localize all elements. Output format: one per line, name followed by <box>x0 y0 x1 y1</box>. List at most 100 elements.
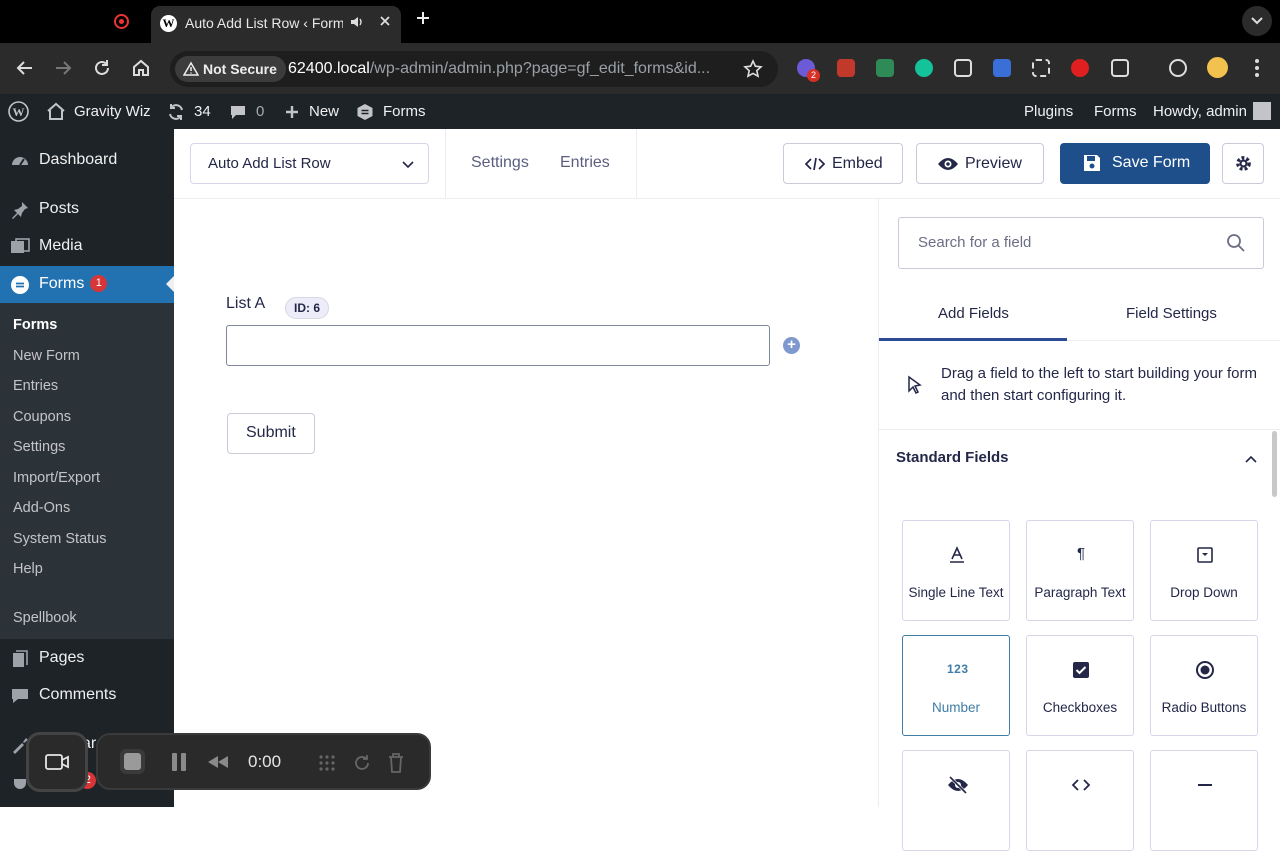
updates-count: 34 <box>194 103 211 120</box>
settings-link[interactable]: Settings <box>471 154 529 172</box>
plus-icon <box>284 104 300 120</box>
sidebar-item-media[interactable]: Media <box>0 228 174 265</box>
list-field-input[interactable] <box>226 325 770 366</box>
field-tile-section[interactable] <box>1150 750 1258 851</box>
howdy-label: Howdy, admin <box>1153 103 1247 120</box>
horizontal-rule-icon <box>1195 775 1215 795</box>
form-settings-gear-button[interactable] <box>1222 143 1264 184</box>
tab-close-icon[interactable] <box>377 13 393 29</box>
field-tile-radio-buttons[interactable]: Radio Buttons <box>1150 635 1258 736</box>
screenshot-extension-icon[interactable] <box>1032 59 1050 77</box>
list-field-label[interactable]: List A <box>226 295 265 313</box>
sidebar-item-dashboard[interactable]: Dashboard <box>0 142 174 179</box>
field-tile-hidden[interactable] <box>902 750 1010 851</box>
field-tile-checkboxes[interactable]: Checkboxes <box>1026 635 1134 736</box>
field-id-badge: ID: 6 <box>285 297 330 319</box>
home-icon[interactable] <box>130 57 152 79</box>
trash-icon[interactable] <box>387 752 405 774</box>
comment-bubble-icon <box>229 103 247 121</box>
field-tile-single-line-text[interactable]: Single Line Text <box>902 520 1010 621</box>
current-menu-arrow <box>166 276 174 292</box>
sidebar-item-comments[interactable]: Comments <box>0 677 174 714</box>
recorder-camera-button[interactable] <box>26 732 88 792</box>
not-secure-chip[interactable]: Not Secure <box>175 56 286 82</box>
chevron-up-icon[interactable] <box>1243 451 1259 467</box>
gravity-forms-icon <box>10 275 30 295</box>
submenu-item-system-status[interactable]: System Status <box>13 531 106 547</box>
forward-icon[interactable] <box>52 57 74 79</box>
pause-icon[interactable] <box>170 752 188 772</box>
camera-icon <box>45 754 69 770</box>
extension-icon-3[interactable] <box>876 59 894 77</box>
eye-icon <box>938 158 958 170</box>
submenu-item-settings[interactable]: Settings <box>13 439 65 455</box>
back-icon[interactable] <box>14 57 36 79</box>
tab-field-settings[interactable]: Field Settings <box>1126 305 1217 322</box>
add-row-plus-icon[interactable]: + <box>783 337 800 354</box>
grammarly-icon[interactable] <box>915 59 933 77</box>
stop-button[interactable] <box>120 749 145 774</box>
standard-fields-title[interactable]: Standard Fields <box>896 449 1009 466</box>
new-tab-icon[interactable] <box>414 9 432 27</box>
reload-icon[interactable] <box>91 57 113 79</box>
chevron-down-icon <box>402 161 414 169</box>
submenu-item-help[interactable]: Help <box>13 561 43 577</box>
speaker-icon[interactable] <box>350 15 364 29</box>
embed-button[interactable]: Embed <box>783 143 903 184</box>
entries-link[interactable]: Entries <box>560 154 610 172</box>
sidebar-item-forms[interactable]: Forms 1 <box>0 266 174 303</box>
profile-avatar[interactable] <box>1207 57 1228 78</box>
comments-count: 0 <box>256 103 265 120</box>
submenu-item-coupons[interactable]: Coupons <box>13 409 71 425</box>
form-switcher-dropdown[interactable]: Auto Add List Row <box>190 143 429 184</box>
field-tile-paragraph-text[interactable]: ¶ Paragraph Text <box>1026 520 1134 621</box>
tab-search-chevron-icon[interactable] <box>1242 6 1272 36</box>
extension-icon-6[interactable] <box>993 59 1011 77</box>
stop-icon <box>124 753 141 770</box>
admin-sidebar: Dashboard Posts Media Forms 1 Forms New F… <box>0 129 174 807</box>
submit-button[interactable]: Submit <box>227 413 315 454</box>
active-tab-indicator <box>879 338 1067 341</box>
gravity-forms-icon <box>356 103 374 121</box>
search-placeholder: Search for a field <box>918 234 1032 251</box>
sidebar-item-spellbook[interactable]: Spellbook <box>13 610 77 626</box>
tile-label: Single Line Text <box>908 585 1004 600</box>
search-icon <box>1227 234 1245 252</box>
wordpress-logo-icon[interactable]: W <box>8 101 29 123</box>
browser-menu-icon[interactable] <box>1246 57 1268 79</box>
plugins-adminbar-link[interactable]: Plugins <box>1024 94 1073 129</box>
sync-icon[interactable] <box>1169 59 1187 77</box>
browser-tab-active[interactable]: W Auto Add List Row ‹ Form <box>151 6 401 43</box>
bookmark-star-icon[interactable] <box>743 59 763 79</box>
field-tile-number[interactable]: 123 Number <box>902 635 1010 736</box>
field-search-input[interactable]: Search for a field <box>898 217 1264 269</box>
submenu-item-add-ons[interactable]: Add-Ons <box>13 500 70 516</box>
url-text[interactable]: 62400.local/wp-admin/admin.php?page=gf_e… <box>288 60 710 78</box>
form-editor-header: Auto Add List Row Settings Entries Embed… <box>174 129 1280 199</box>
howdy-account-link[interactable]: Howdy, admin <box>1153 94 1271 129</box>
preview-button[interactable]: Preview <box>916 143 1044 184</box>
field-tile-drop-down[interactable]: Drop Down <box>1150 520 1258 621</box>
sidebar-item-pages[interactable]: Pages <box>0 640 174 677</box>
field-tile-html[interactable] <box>1026 750 1134 851</box>
wp-admin-bar: W Gravity Wiz 34 0 New Forms Plugins For… <box>0 94 1280 129</box>
submenu-item-import-export[interactable]: Import/Export <box>13 470 100 486</box>
submenu-item-new-form[interactable]: New Form <box>13 348 80 364</box>
extension-icon-5[interactable] <box>954 59 972 77</box>
forms-adminbar-right-link[interactable]: Forms <box>1094 94 1137 129</box>
extension-icon-8[interactable] <box>1071 59 1089 77</box>
tab-add-fields[interactable]: Add Fields <box>938 305 1009 322</box>
rewind-icon[interactable] <box>206 754 230 770</box>
submenu-item-forms[interactable]: Forms <box>13 317 57 333</box>
sidebar-item-posts[interactable]: Posts <box>0 191 174 228</box>
restart-icon[interactable] <box>352 753 372 773</box>
gear-icon <box>1236 156 1251 171</box>
address-bar[interactable]: Not Secure 62400.local/wp-admin/admin.ph… <box>170 51 778 87</box>
save-form-button[interactable]: Save Form <box>1060 143 1210 184</box>
extensions-puzzle-icon[interactable] <box>1111 59 1129 77</box>
grid-dots-icon[interactable] <box>317 753 337 773</box>
extension-icon-2[interactable] <box>837 59 855 77</box>
submenu-item-entries[interactable]: Entries <box>13 378 58 394</box>
code-icon <box>805 157 825 171</box>
panel-scrollbar[interactable] <box>1272 431 1277 497</box>
